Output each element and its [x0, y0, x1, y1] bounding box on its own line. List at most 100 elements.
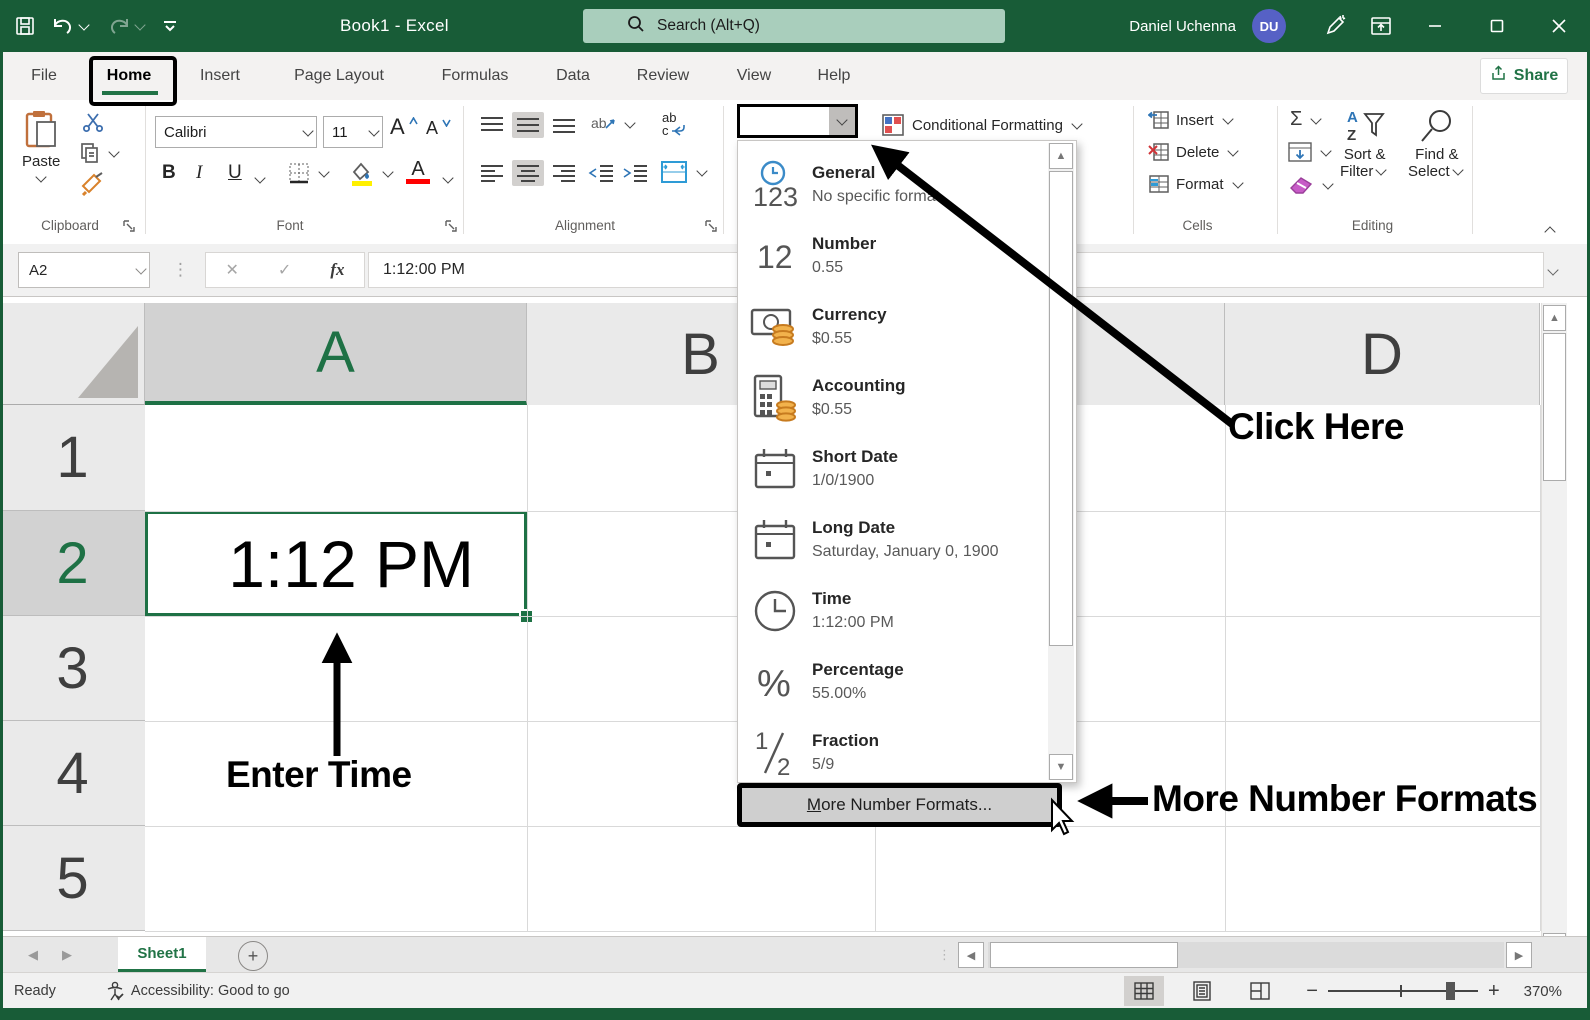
font-size-combo[interactable]: 11 — [323, 116, 383, 148]
tab-formulas[interactable]: Formulas — [430, 52, 520, 100]
sort-filter-button[interactable]: A Z Sort & Filter — [1340, 108, 1389, 180]
vertical-scroll-thumb[interactable] — [1543, 333, 1566, 481]
sheet-tab[interactable]: Sheet1 — [118, 937, 206, 973]
tabbar-resize-dots[interactable]: ⋮ — [938, 937, 951, 973]
row-header-2[interactable]: 2 — [0, 511, 145, 616]
menu-scroll-down-button[interactable]: ▼ — [1049, 754, 1073, 780]
fill-color-button[interactable] — [348, 160, 396, 186]
menu-item-time[interactable]: Time1:12:00 PM — [738, 575, 1038, 646]
row-header-1[interactable]: 1 — [0, 405, 145, 511]
enter-formula-icon[interactable]: ✓ — [278, 260, 291, 280]
borders-button[interactable] — [288, 162, 332, 184]
menu-scroll-up-button[interactable]: ▲ — [1049, 143, 1073, 169]
save-icon[interactable] — [14, 15, 36, 37]
maximize-button[interactable] — [1466, 0, 1528, 52]
cell-A2[interactable]: 1:12 PM — [145, 511, 527, 616]
row-header-3[interactable]: 3 — [0, 616, 145, 721]
decrease-font-size-button[interactable]: A — [426, 118, 451, 139]
underline-dropdown-chevron[interactable] — [254, 172, 265, 183]
tab-help[interactable]: Help — [808, 52, 860, 100]
paste-dropdown-chevron[interactable] — [36, 171, 47, 182]
paste-button[interactable]: Paste — [22, 110, 60, 183]
redo-button[interactable] — [106, 15, 148, 37]
insert-function-icon[interactable]: fx — [330, 260, 344, 280]
select-all-button[interactable] — [0, 303, 145, 405]
tab-view[interactable]: View — [726, 52, 782, 100]
delete-dropdown-chevron[interactable] — [1228, 145, 1239, 156]
row-header-5[interactable]: 5 — [0, 826, 145, 931]
bold-button[interactable]: B — [162, 162, 176, 184]
tab-file[interactable]: File — [20, 52, 68, 100]
align-right-button[interactable] — [552, 164, 576, 182]
normal-view-button[interactable] — [1124, 976, 1164, 1006]
column-header-A[interactable]: A — [145, 303, 527, 405]
autosum-dropdown-chevron[interactable] — [1311, 113, 1322, 124]
increase-font-size-button[interactable]: A — [390, 114, 418, 140]
new-sheet-button[interactable]: + — [238, 941, 268, 971]
borders-dropdown-chevron[interactable] — [318, 166, 329, 177]
align-left-button[interactable] — [480, 164, 504, 182]
row-header-4[interactable]: 4 — [0, 721, 145, 826]
menu-item-short-date[interactable]: Short Date1/0/1900 — [738, 433, 1038, 504]
number-format-combo[interactable] — [737, 104, 858, 138]
clipboard-dialog-launcher[interactable] — [123, 220, 138, 235]
ribbon-display-options-icon[interactable] — [1358, 0, 1404, 52]
autosum-button[interactable]: Σ — [1290, 108, 1324, 131]
user-name[interactable]: Daniel Uchenna — [1129, 18, 1236, 35]
minimize-button[interactable] — [1404, 0, 1466, 52]
alignment-dialog-launcher[interactable] — [705, 220, 720, 235]
find-select-button[interactable]: Find & Select — [1408, 108, 1466, 180]
collapse-ribbon-chevron[interactable] — [1544, 226, 1555, 237]
italic-button[interactable]: I — [196, 162, 202, 184]
increase-indent-button[interactable] — [622, 164, 648, 182]
format-cells-button[interactable]: Format — [1148, 174, 1246, 194]
tab-data[interactable]: Data — [548, 52, 598, 100]
copy-button[interactable] — [80, 142, 122, 164]
share-button[interactable]: Share — [1480, 58, 1568, 94]
name-box[interactable]: A2 — [18, 252, 150, 288]
conditional-formatting-dropdown-chevron[interactable] — [1071, 118, 1082, 129]
search-input[interactable]: Search (Alt+Q) — [583, 9, 1005, 43]
close-button[interactable] — [1528, 0, 1590, 52]
clear-button[interactable] — [1288, 174, 1336, 196]
menu-item-percentage[interactable]: %Percentage55.00% — [738, 646, 1038, 717]
tab-review[interactable]: Review — [628, 52, 698, 100]
insert-dropdown-chevron[interactable] — [1222, 113, 1233, 124]
avatar[interactable]: DU — [1252, 9, 1286, 43]
menu-item-number[interactable]: 12Number0.55 — [738, 220, 1038, 291]
pen-feedback-icon[interactable] — [1312, 0, 1358, 52]
number-format-dropdown-button[interactable] — [829, 107, 855, 135]
fill-button[interactable] — [1288, 142, 1334, 162]
fill-color-dropdown-chevron[interactable] — [382, 166, 393, 177]
menu-item-fraction[interactable]: 12Fraction5/9 — [738, 717, 1038, 788]
merge-center-button[interactable] — [660, 160, 710, 184]
fill-dropdown-chevron[interactable] — [1320, 145, 1331, 156]
align-middle-button[interactable] — [512, 112, 544, 138]
orientation-dropdown-chevron[interactable] — [624, 117, 635, 128]
cut-button[interactable] — [82, 112, 104, 132]
font-dialog-launcher[interactable] — [445, 220, 460, 235]
sheet-nav-left-icon[interactable]: ◀ — [28, 937, 38, 973]
clear-dropdown-chevron[interactable] — [1322, 178, 1333, 189]
align-top-button[interactable] — [480, 116, 504, 134]
format-dropdown-chevron[interactable] — [1232, 177, 1243, 188]
tab-insert[interactable]: Insert — [188, 52, 252, 100]
wrap-text-button[interactable]: abc — [660, 110, 690, 138]
align-bottom-button[interactable] — [552, 116, 576, 134]
underline-button[interactable]: U — [228, 162, 242, 184]
column-header-D[interactable]: D — [1225, 303, 1540, 405]
menu-item-long-date[interactable]: Long DateSaturday, January 0, 1900 — [738, 504, 1038, 575]
font-color-button[interactable]: A — [406, 158, 430, 184]
cancel-formula-icon[interactable]: ✕ — [226, 260, 239, 280]
page-layout-view-button[interactable] — [1182, 976, 1222, 1006]
horizontal-scroll-thumb[interactable] — [990, 942, 1178, 968]
scroll-up-button[interactable]: ▲ — [1543, 305, 1566, 331]
font-name-combo[interactable]: Calibri — [155, 116, 317, 148]
formula-bar-resize-dots[interactable]: ⋮ — [172, 260, 187, 280]
orientation-button[interactable]: ab — [590, 112, 638, 136]
menu-item-accounting[interactable]: Accounting$0.55 — [738, 362, 1038, 433]
vertical-scrollbar[interactable]: ▲ ▼ — [1541, 303, 1567, 961]
expand-formula-bar-chevron[interactable] — [1547, 264, 1558, 275]
menu-scroll-thumb[interactable] — [1049, 171, 1073, 646]
insert-cells-button[interactable]: Insert — [1148, 110, 1236, 130]
